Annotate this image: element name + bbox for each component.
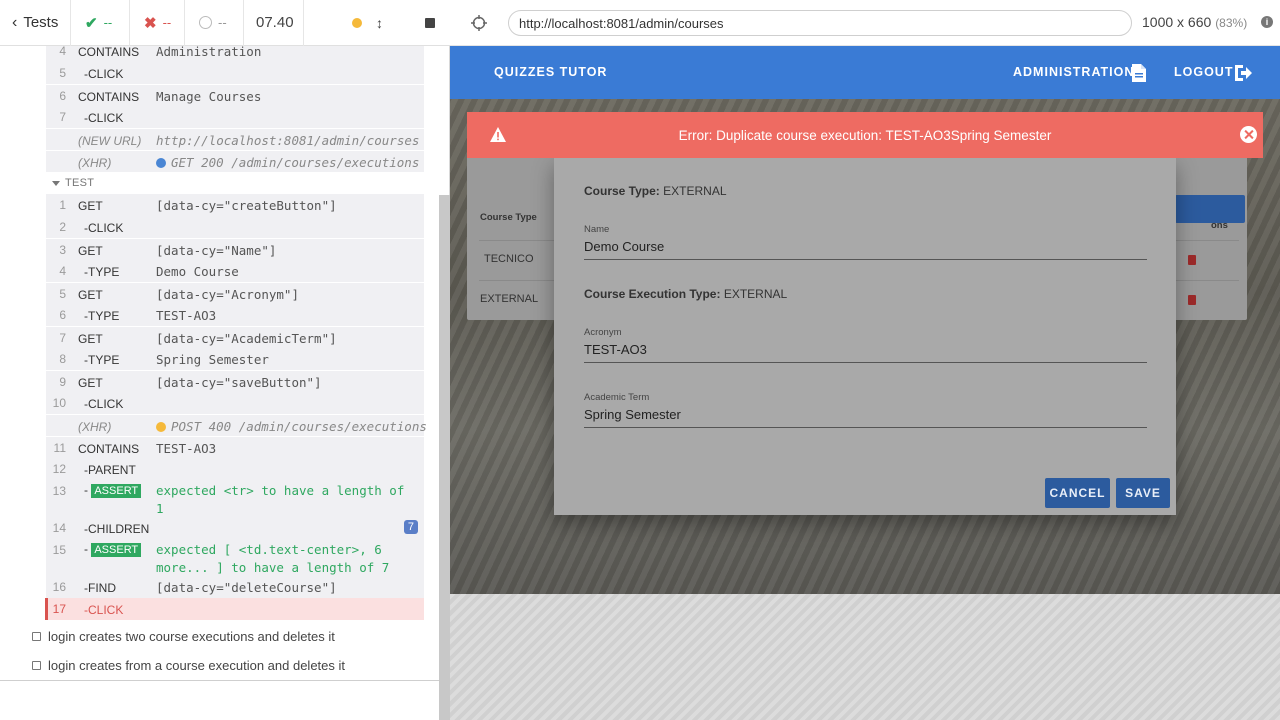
command-row[interactable]: 3 GET [data-cy="Name"]	[46, 238, 424, 260]
command-list-before: 4 CONTAINS Administration 5 -CLICK 6 CONTAIN…	[46, 46, 424, 172]
test-hook-header[interactable]: TEST	[52, 177, 94, 189]
command-row[interactable]: 7 -CLICK	[46, 106, 424, 128]
assert-row[interactable]: 13- ASSERT expected <tr> to have a length…	[46, 480, 424, 517]
name-label: Name	[584, 224, 610, 235]
command-row[interactable]: 5 -CLICK	[46, 62, 424, 84]
acronym-label: Acronym	[584, 327, 622, 338]
info-icon[interactable]: i	[1261, 16, 1273, 28]
logout-icon	[1235, 65, 1252, 81]
command-row[interactable]: 11 CONTAINS TEST-AO3	[46, 436, 424, 458]
app-title[interactable]: QUIZZES TUTOR	[494, 65, 607, 79]
auto-scroll-icon[interactable]: ↕	[376, 15, 383, 31]
close-icon[interactable]	[1240, 126, 1257, 143]
command-row[interactable]: 12 -PARENT	[46, 458, 424, 480]
viewport-empty-area	[450, 594, 1280, 720]
assert-badge: ASSERT	[91, 484, 142, 498]
element-count-badge: 7	[403, 520, 418, 534]
table-header: ons	[1211, 220, 1228, 231]
error-snackbar: Error: Duplicate course execution: TEST-…	[467, 112, 1263, 158]
xhr-status-icon	[156, 422, 166, 432]
chevron-left-icon: ‹	[12, 13, 18, 31]
failed-count: ✖ --	[144, 14, 172, 32]
cross-icon: ✖	[144, 14, 157, 32]
academic-term-field[interactable]: Spring Semester	[584, 407, 681, 422]
command-row[interactable]: 4 -TYPE Demo Course	[46, 260, 424, 282]
table-cell: EXTERNAL	[480, 293, 539, 305]
command-row[interactable]: 5 GET [data-cy="Acronym"]	[46, 282, 424, 304]
cancel-button[interactable]: CANCEL	[1045, 478, 1110, 508]
duration: 07.40	[244, 0, 304, 46]
app-bar: QUIZZES TUTOR ADMINISTRATION LOGOUT	[450, 46, 1280, 99]
viewport-size: 1000 x 660 (83%)	[1142, 14, 1248, 30]
reporter-scrollbar[interactable]	[439, 195, 450, 720]
command-row[interactable]: 16 -FIND [data-cy="deleteCourse"]	[46, 576, 424, 598]
execution-type: Course Execution Type: EXTERNAL	[584, 287, 788, 301]
course-dialog: Course Type: EXTERNAL Name Demo Course C…	[554, 158, 1176, 515]
spinner-icon	[199, 16, 212, 29]
xhr-status-icon	[156, 158, 166, 168]
delete-icon	[1188, 295, 1196, 305]
table-cell: TECNICO	[484, 253, 534, 265]
tests-back-button[interactable]: ‹ Tests	[0, 0, 71, 46]
command-log: 4 CONTAINS Administration 5 -CLICK 6 CONTAIN…	[0, 46, 439, 680]
reporter-controls: ↕	[304, 0, 449, 46]
command-row[interactable]: 1 GET [data-cy="createButton"]	[46, 194, 424, 216]
pending-test-icon	[32, 632, 41, 641]
running-status-icon	[352, 17, 362, 28]
pending-count: --	[184, 0, 244, 46]
command-row[interactable]: 6 -TYPE TEST-AO3	[46, 304, 424, 326]
command-row[interactable]: 4 CONTAINS Administration	[46, 46, 424, 62]
reporter-header: ‹ Tests ✔ -- ✖ -- -- 07.40 ↕	[0, 0, 450, 46]
delete-icon	[1188, 255, 1196, 265]
check-icon: ✔	[85, 14, 98, 32]
command-row[interactable]: (XHR) POST 400 /admin/courses/executions	[46, 414, 427, 436]
acronym-field[interactable]: TEST-AO3	[584, 342, 647, 357]
nav-logout[interactable]: LOGOUT	[1174, 65, 1233, 79]
selector-playground-icon[interactable]	[470, 14, 488, 32]
command-list-test: 1 GET [data-cy="createButton"] 2 -CLICK 3 GE…	[45, 194, 427, 620]
save-button[interactable]: SAVE	[1116, 478, 1170, 508]
stop-icon[interactable]	[425, 17, 435, 28]
command-row[interactable]: (XHR) GET 200 /admin/courses/executions	[46, 150, 424, 172]
nav-administration[interactable]: ADMINISTRATION	[1013, 65, 1134, 79]
academic-term-label: Academic Term	[584, 392, 650, 403]
collapse-triangle-icon	[52, 180, 60, 186]
test-item[interactable]: login creates two course executions and …	[32, 629, 335, 644]
cypress-reporter: ‹ Tests ✔ -- ✖ -- -- 07.40 ↕ 4 CONTAINS Ad…	[0, 0, 450, 720]
name-field[interactable]: Demo Course	[584, 239, 664, 254]
passed-count: ✔ --	[71, 0, 130, 46]
test-item[interactable]: login creates from a course execution an…	[32, 658, 345, 673]
assert-row[interactable]: 15- ASSERT expected [ <td.text-center>, 6…	[46, 539, 424, 576]
failed-command-row[interactable]: 17 -CLICK	[45, 598, 424, 620]
command-row[interactable]: 8 -TYPE Spring Semester	[46, 348, 424, 370]
command-row[interactable]: 14 -CHILDREN 7	[46, 517, 424, 539]
command-row[interactable]: 7 GET [data-cy="AcademicTerm"]	[46, 326, 424, 348]
command-row[interactable]: (NEW URL) http://localhost:8081/admin/cou…	[46, 128, 424, 150]
course-type: Course Type: EXTERNAL	[584, 184, 727, 198]
command-row[interactable]: 9 GET [data-cy="saveButton"]	[46, 370, 424, 392]
assert-badge: ASSERT	[91, 543, 142, 557]
table-header: Course Type	[480, 212, 537, 223]
command-row[interactable]: 6 CONTAINS Manage Courses	[46, 84, 424, 106]
url-bar[interactable]: http://localhost:8081/admin/courses	[508, 10, 1132, 36]
document-icon	[1132, 64, 1146, 82]
error-message: Error: Duplicate course execution: TEST-…	[678, 128, 1052, 143]
command-row[interactable]: 10 -CLICK	[46, 392, 424, 414]
tests-label: Tests	[23, 14, 59, 31]
pending-test-icon	[32, 661, 41, 670]
app-under-test: QUIZZES TUTOR ADMINISTRATION LOGOUT Cour…	[450, 46, 1280, 594]
create-button	[1175, 195, 1245, 223]
command-row[interactable]: 2 -CLICK	[46, 216, 424, 238]
